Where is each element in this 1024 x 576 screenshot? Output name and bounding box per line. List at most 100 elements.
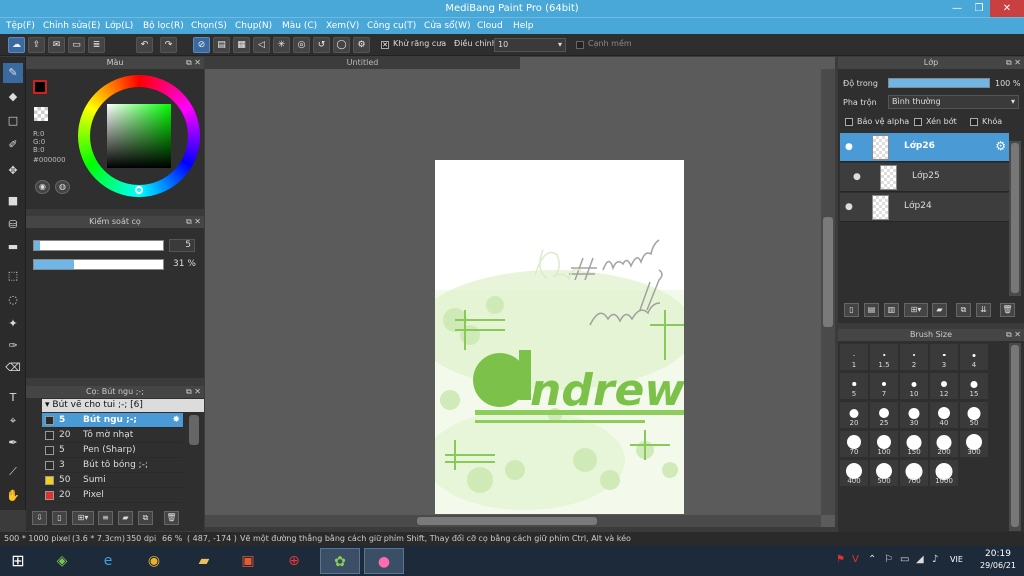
windows-start-icon[interactable]: ⊞: [0, 548, 36, 574]
chat-icon[interactable]: ▭: [68, 37, 85, 53]
panel-close-icon[interactable]: ⧉ ✕: [1006, 329, 1021, 341]
redo-icon[interactable]: ↷: [160, 37, 177, 53]
brush-property-icon[interactable]: ≡: [98, 511, 113, 525]
menu-file[interactable]: Tệp(F): [6, 18, 35, 34]
paint-app-icon[interactable]: ✿: [320, 548, 360, 574]
flag-icon[interactable]: ⚐: [884, 554, 893, 565]
undo-icon[interactable]: ↶: [136, 37, 153, 53]
brush-size-cell[interactable]: 7: [870, 373, 898, 399]
brush-tool-icon[interactable]: ✎: [3, 63, 23, 83]
clipping-checkbox[interactable]: [914, 118, 922, 126]
hand-tool-icon[interactable]: ✋: [3, 486, 23, 506]
horizontal-scrollbar-thumb[interactable]: [417, 517, 597, 525]
panel-close-icon[interactable]: ⧉ ✕: [186, 216, 201, 228]
clock-time[interactable]: 20:19: [978, 549, 1018, 559]
brush-size-cell[interactable]: 70: [840, 431, 868, 457]
network-icon[interactable]: ◢: [916, 554, 924, 565]
new-8bit-layer-icon[interactable]: ▥: [884, 303, 899, 317]
gear-icon[interactable]: ⚙: [995, 139, 1006, 153]
brush-size-cell[interactable]: 15: [960, 373, 988, 399]
blur-tool-icon[interactable]: ✐: [3, 135, 23, 155]
text-tool-icon[interactable]: T: [3, 388, 23, 408]
tray-v-icon[interactable]: V: [852, 554, 859, 565]
brush-size-cell[interactable]: 3: [930, 344, 958, 370]
folder-icon[interactable]: ▰: [932, 303, 947, 317]
blend-mode-select[interactable]: Bình thường ▾: [888, 95, 1019, 109]
document-tab[interactable]: Untitled: [205, 57, 520, 69]
brush-size-cell[interactable]: 40: [930, 402, 958, 428]
clock-date[interactable]: 29/06/21: [976, 561, 1020, 570]
lock-checkbox[interactable]: [970, 118, 978, 126]
brush-size-cell[interactable]: 300: [960, 431, 988, 457]
antialias-checkbox[interactable]: ✕: [381, 41, 389, 49]
brush-size-cell[interactable]: 25: [870, 402, 898, 428]
brush-item[interactable]: 5 Pen (Sharp): [42, 443, 183, 458]
ellipse-snap-icon[interactable]: ◯: [333, 37, 350, 53]
menu-help[interactable]: Help: [513, 18, 534, 34]
media-app-icon[interactable]: ▣: [228, 548, 268, 574]
brush-size-cell[interactable]: 20: [840, 402, 868, 428]
magic-wand-tool-icon[interactable]: ✦: [3, 314, 23, 334]
trash-icon[interactable]: 🗑: [164, 511, 179, 525]
close-button[interactable]: ✕: [990, 0, 1024, 17]
brush-group-header[interactable]: ▾ Bút vẽ cho tui ;-; [6]: [42, 399, 204, 412]
hue-handle[interactable]: [135, 186, 143, 194]
brush-size-slider[interactable]: [33, 240, 164, 251]
transparent-color-swatch[interactable]: [34, 107, 48, 121]
merge-layer-icon[interactable]: ⇊: [976, 303, 991, 317]
document-icon[interactable]: ≣: [88, 37, 105, 53]
drawing-canvas[interactable]: ndrew: [435, 160, 684, 514]
brush-size-cell[interactable]: 100: [870, 431, 898, 457]
maximize-button[interactable]: ❐: [966, 0, 992, 17]
panel-close-icon[interactable]: ⧉ ✕: [1006, 57, 1021, 69]
folder-icon[interactable]: ▰: [118, 511, 133, 525]
menu-filter[interactable]: Bộ lọc(R): [143, 18, 184, 34]
new-layer-icon[interactable]: ▯: [844, 303, 859, 317]
brush-download-icon[interactable]: ⇩: [32, 511, 47, 525]
brush-size-cell[interactable]: 12: [930, 373, 958, 399]
eye-icon[interactable]: ●: [845, 142, 853, 152]
brush-item[interactable]: 20 Pixel: [42, 488, 183, 503]
medibang-taskbar-icon[interactable]: ●: [364, 548, 404, 574]
cloud-icon[interactable]: ☁: [8, 37, 25, 53]
eye-icon[interactable]: ●: [845, 202, 853, 212]
gradient-tool-icon[interactable]: ▬: [3, 237, 23, 257]
volume-icon[interactable]: ♪: [932, 554, 938, 565]
radial-snap-icon[interactable]: ✳: [273, 37, 290, 53]
menu-window[interactable]: Cửa sổ(W): [424, 18, 470, 34]
brush-size-cell[interactable]: 1000: [930, 460, 958, 486]
menu-select[interactable]: Chọn(S): [191, 18, 227, 34]
brush-size-cell[interactable]: 700: [900, 460, 928, 486]
brush-item[interactable]: 50 Sumi: [42, 473, 183, 488]
brush-size-cell[interactable]: 1.5: [870, 344, 898, 370]
tray-app-icon[interactable]: ⚑: [836, 554, 845, 565]
chrome-icon[interactable]: ◉: [134, 548, 174, 574]
eye-icon[interactable]: ●: [853, 172, 861, 182]
comment-icon[interactable]: ✉: [48, 37, 65, 53]
vanishing-snap-icon[interactable]: ◁: [253, 37, 270, 53]
menu-layer[interactable]: Lớp(L): [105, 18, 133, 34]
menu-color[interactable]: Màu (C): [282, 18, 317, 34]
battery-icon[interactable]: ▭: [900, 554, 909, 565]
adjust-select[interactable]: 10 ▾: [494, 38, 566, 52]
dot-tool-icon[interactable]: □: [3, 111, 23, 131]
tray-expand-icon[interactable]: ⌃: [868, 554, 876, 565]
app-stack-icon[interactable]: ◈: [42, 548, 82, 574]
pen-tool-icon[interactable]: ✒: [3, 433, 23, 453]
brush-size-cell[interactable]: 2: [900, 344, 928, 370]
brush-size-cell[interactable]: 200: [930, 431, 958, 457]
layer-scrollbar-thumb[interactable]: [1011, 143, 1019, 293]
brush-size-cell[interactable]: 50: [960, 402, 988, 428]
eyedropper-tool-icon[interactable]: ⟋: [3, 462, 23, 482]
brush-add-menu-icon[interactable]: ⊞▾: [72, 511, 94, 525]
eraser-tool-icon[interactable]: ◆: [3, 87, 23, 107]
saturation-value-square[interactable]: [107, 104, 171, 168]
input-language[interactable]: VIE: [950, 555, 963, 564]
select-eraser-tool-icon[interactable]: ⌫: [3, 358, 23, 378]
add-layer-menu-icon[interactable]: ⊞▾: [904, 303, 928, 317]
move-tool-icon[interactable]: ✥: [3, 161, 23, 181]
snap-off-icon[interactable]: ⊘: [193, 37, 210, 53]
hue-ring[interactable]: [78, 75, 200, 197]
menu-edit[interactable]: Chỉnh sửa(E): [43, 18, 100, 34]
brush-size-cell[interactable]: 1: [840, 344, 868, 370]
